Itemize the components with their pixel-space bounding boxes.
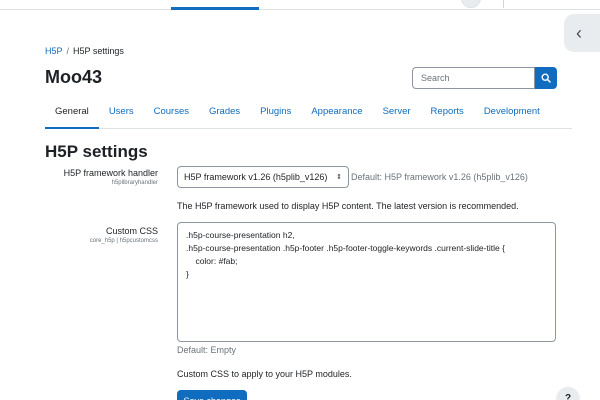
- tab-general[interactable]: General: [45, 100, 99, 129]
- tab-reports[interactable]: Reports: [421, 100, 474, 129]
- search-form: [412, 67, 557, 89]
- page-title: Moo43: [45, 67, 103, 87]
- search-button[interactable]: [535, 67, 557, 89]
- framework-handler-label: H5P framework handler: [63, 168, 158, 178]
- framework-handler-label-group: H5P framework handler h5plibraryhandler: [18, 168, 158, 186]
- breadcrumb: H5P / H5P settings: [45, 46, 124, 56]
- select-arrows-icon: ⇕: [336, 174, 342, 181]
- open-block-drawer-button[interactable]: ‹: [564, 14, 600, 52]
- breadcrumb-separator: /: [66, 46, 70, 56]
- tab-users[interactable]: Users: [99, 100, 144, 129]
- framework-handler-default: Default: H5P framework v1.26 (h5plib_v12…: [351, 172, 528, 182]
- admin-tabs: General Users Courses Grades Plugins App…: [45, 100, 572, 129]
- tab-grades[interactable]: Grades: [199, 100, 250, 129]
- settings-heading: H5P settings: [45, 142, 148, 161]
- custom-css-default: Default: Empty: [177, 345, 237, 355]
- tab-plugins[interactable]: Plugins: [250, 100, 301, 129]
- active-nav-indicator: [171, 7, 259, 10]
- tab-development[interactable]: Development: [474, 100, 550, 129]
- framework-handler-select[interactable]: H5P framework v1.26 (h5plib_v126) ⇕: [177, 166, 349, 188]
- custom-css-label-group: Custom CSS core_h5p | h5pcustomcss: [18, 226, 158, 244]
- tab-appearance[interactable]: Appearance: [301, 100, 372, 129]
- chevron-left-icon: ‹: [576, 22, 582, 43]
- help-button[interactable]: ?: [557, 387, 579, 400]
- custom-css-key: core_h5p | h5pcustomcss: [89, 238, 158, 244]
- save-changes-button[interactable]: Save changes: [177, 390, 247, 400]
- framework-handler-key: h5plibraryhandler: [111, 180, 158, 186]
- tab-courses[interactable]: Courses: [144, 100, 199, 129]
- user-avatar[interactable]: [461, 0, 481, 8]
- breadcrumb-link-h5p[interactable]: H5P: [45, 46, 63, 56]
- custom-css-label: Custom CSS: [105, 226, 158, 236]
- framework-handler-description: The H5P framework used to display H5P co…: [177, 201, 519, 211]
- search-input[interactable]: [412, 67, 535, 89]
- tab-server[interactable]: Server: [373, 100, 421, 129]
- custom-css-textarea[interactable]: [177, 222, 556, 342]
- framework-handler-selected: H5P framework v1.26 (h5plib_v126): [184, 172, 328, 182]
- h5p-settings-page: ‹ H5P/H5P settings Moo43 General Users C…: [0, 0, 600, 400]
- navbar-divider: [503, 0, 504, 8]
- top-navbar: [0, 0, 600, 10]
- search-icon: [541, 73, 551, 83]
- breadcrumb-current: H5P settings: [73, 46, 124, 56]
- custom-css-description: Custom CSS to apply to your H5P modules.: [177, 369, 352, 379]
